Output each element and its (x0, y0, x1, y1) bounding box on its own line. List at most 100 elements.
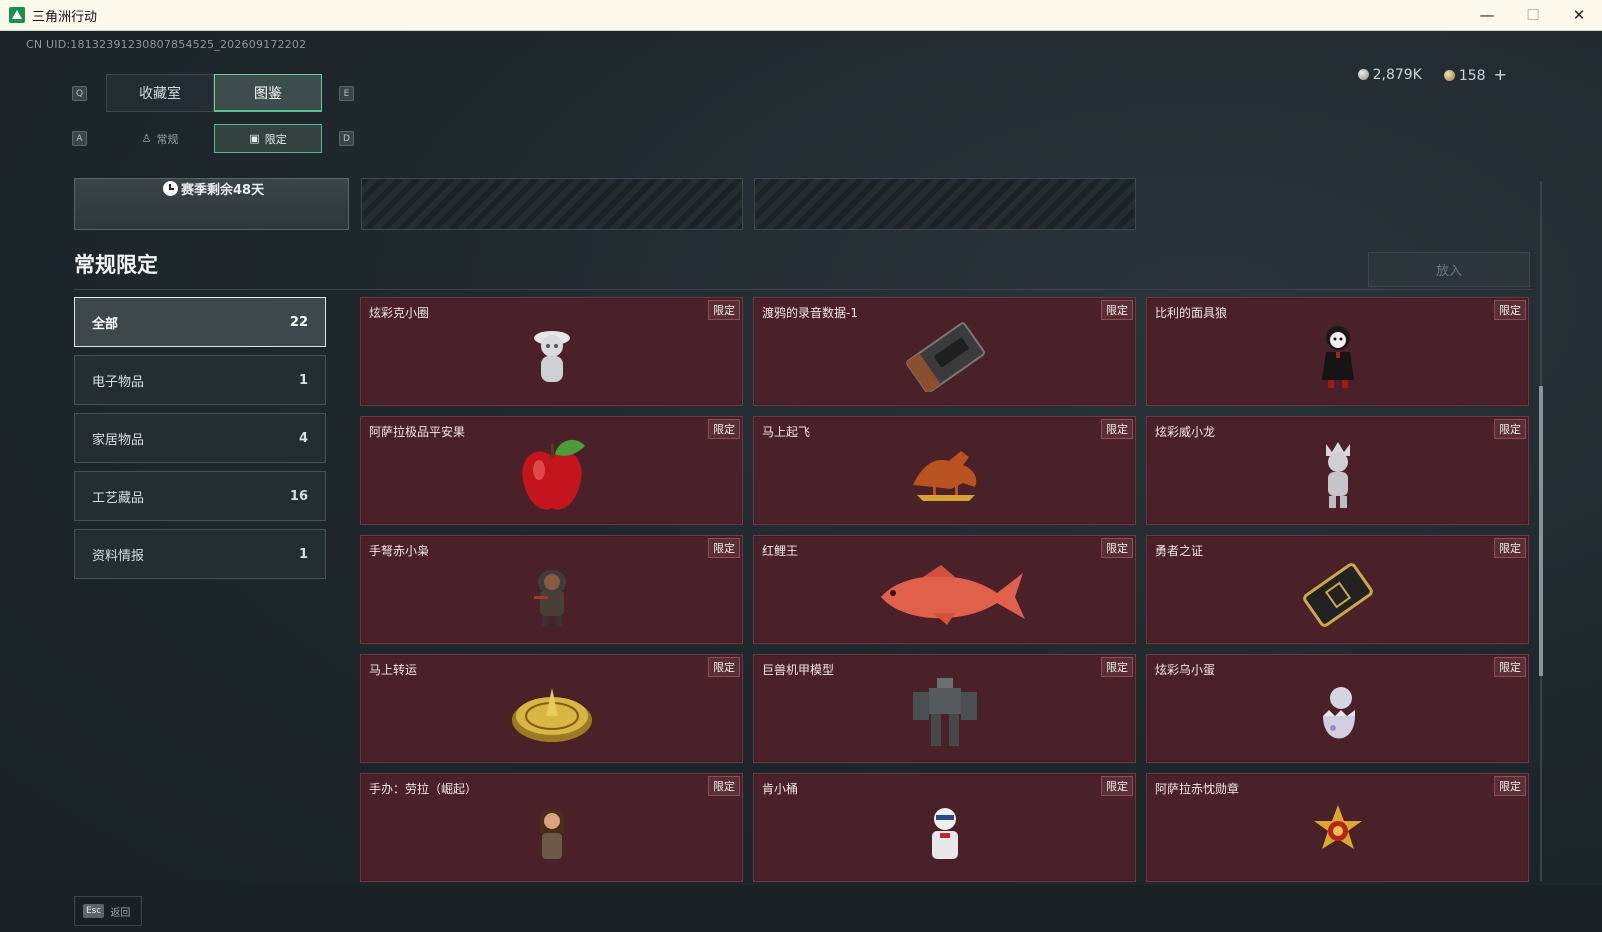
silver-coin-icon (1357, 68, 1369, 80)
item-card[interactable]: 手弩赤小枭 限定 (360, 535, 743, 644)
season-timer: 赛季剩余48天 (163, 179, 264, 198)
back-button[interactable]: Esc 返回 (74, 896, 142, 926)
item-name: 炫彩乌小蛋 (1155, 663, 1216, 677)
hooded-figure-icon (533, 569, 566, 626)
puppet-figure-icon (1321, 325, 1354, 388)
mech-model-icon (912, 677, 977, 746)
item-name: 手办：劳拉（崛起） (369, 782, 478, 796)
locked-banner-slot (361, 178, 743, 230)
grid-scrollbar-thumb[interactable] (1539, 386, 1543, 676)
tab-regular[interactable]: ♙ 常规 (106, 124, 214, 153)
limited-tag: 限定 (1101, 300, 1133, 320)
window-titlebar: 三角洲行动 — ☐ ✕ (0, 0, 1602, 31)
section-title: 常规限定 (74, 253, 158, 277)
season-remaining-text: 赛季剩余48天 (181, 183, 265, 198)
limited-tag: 限定 (708, 300, 740, 320)
limited-tag: 限定 (1494, 657, 1526, 677)
key-hint-q: Q (72, 86, 87, 101)
item-card[interactable]: 渡鸦的录音数据-1 限定 (753, 297, 1136, 406)
minimize-button[interactable]: — (1464, 0, 1510, 30)
item-card[interactable]: 马上起飞 限定 (753, 416, 1136, 525)
item-name: 红鲤王 (762, 544, 799, 558)
main-tabs: 收藏室 图鉴 (106, 74, 322, 112)
limited-tag: 限定 (1101, 776, 1133, 796)
item-card[interactable]: 马上转运 限定 (360, 654, 743, 763)
add-currency-button[interactable]: + (1494, 65, 1507, 84)
item-card[interactable]: 炫彩克小圈 限定 (360, 297, 743, 406)
item-card[interactable]: 炫彩乌小蛋 限定 (1146, 654, 1529, 763)
tab-limited-label: 限定 (264, 132, 287, 146)
medal-icon (1313, 804, 1362, 849)
section-divider (74, 289, 1532, 290)
category-electronics[interactable]: 电子物品 1 (74, 355, 326, 405)
item-card[interactable]: 阿萨拉赤忱勋章 限定 (1146, 773, 1529, 882)
key-hint-e: E (339, 86, 354, 101)
category-count: 16 (289, 488, 308, 504)
gold-currency: 158 + (1443, 65, 1507, 84)
silver-currency: 2,879K (1357, 66, 1422, 83)
category-list: 全部 22 电子物品 1 家居物品 4 工艺藏品 16 资料情报 1 (74, 297, 326, 587)
item-name: 巨兽机甲模型 (762, 663, 835, 677)
item-name: 炫彩威小龙 (1155, 425, 1216, 439)
golden-compass-icon (511, 687, 592, 742)
window-controls: — ☐ ✕ (1464, 0, 1602, 30)
maximize-button[interactable]: ☐ (1510, 0, 1556, 30)
category-label: 家居物品 (92, 432, 145, 448)
silver-amount: 2,879K (1372, 66, 1422, 83)
category-crafts[interactable]: 工艺藏品 16 (74, 471, 326, 521)
gold-amount: 158 (1458, 68, 1486, 84)
limited-tag: 限定 (1494, 538, 1526, 558)
figurine-icon (1325, 441, 1350, 508)
category-household[interactable]: 家居物品 4 (74, 413, 326, 463)
limited-tag: 限定 (708, 419, 740, 439)
item-card[interactable]: 阿萨拉极品平安果 限定 (360, 416, 743, 525)
close-button[interactable]: ✕ (1556, 0, 1602, 30)
item-name: 渡鸦的录音数据-1 (762, 306, 858, 320)
window-title: 三角洲行动 (32, 9, 98, 25)
item-card[interactable]: 手办：劳拉（崛起） 限定 (360, 773, 743, 882)
category-count: 4 (298, 430, 308, 446)
item-card[interactable]: 炫彩威小龙 限定 (1146, 416, 1529, 525)
app-logo-icon (9, 7, 25, 23)
category-count: 1 (298, 546, 308, 562)
tab-collection-room[interactable]: 收藏室 (106, 74, 214, 112)
uid-label: CN UID:181323912308078545​25_20260917220… (26, 38, 307, 51)
category-label: 电子物品 (92, 374, 145, 390)
tab-regular-label: 常规 (156, 132, 179, 146)
limited-tag: 限定 (708, 538, 740, 558)
carp-fish-icon (880, 564, 1025, 625)
season-banner[interactable]: 赛季剩余48天 (74, 178, 349, 230)
tab-limited[interactable]: ▣ 限定 (214, 124, 322, 153)
item-name: 阿萨拉极品平安果 (369, 425, 466, 439)
badge-plate-icon (1302, 562, 1373, 627)
category-label: 全部 (92, 316, 119, 332)
key-hint-a: A (72, 131, 87, 146)
category-intel[interactable]: 资料情报 1 (74, 529, 326, 579)
item-name: 肯小桶 (762, 782, 799, 796)
item-card[interactable]: 肯小桶 限定 (753, 773, 1136, 882)
apple-icon (521, 439, 585, 510)
gold-coin-icon (1443, 70, 1455, 81)
item-card[interactable]: 巨兽机甲模型 限定 (753, 654, 1136, 763)
category-all[interactable]: 全部 22 (74, 297, 326, 347)
horse-statue-icon (912, 450, 976, 501)
item-card[interactable]: 红鲤王 限定 (753, 535, 1136, 644)
item-card[interactable]: 比利的面具狼 限定 (1146, 297, 1529, 406)
limited-tag: 限定 (1494, 419, 1526, 439)
put-in-button[interactable]: 放入 (1368, 252, 1530, 287)
tab-catalog[interactable]: 图鉴 (214, 74, 322, 112)
app-main: CN UID:181323912308078545​25_20260917220… (0, 31, 1602, 932)
footer-bar: Esc 返回 (0, 885, 1602, 932)
category-label: 资料情报 (92, 548, 145, 564)
limited-tag: 限定 (1494, 300, 1526, 320)
figurine-icon (539, 808, 564, 859)
item-name: 炫彩克小圈 (369, 306, 430, 320)
limited-tag: 限定 (1101, 419, 1133, 439)
item-name: 勇者之证 (1155, 544, 1204, 558)
bucket-figure-icon (931, 807, 958, 859)
item-grid-viewport: 炫彩克小圈 限定 渡鸦的录音数据-1 限定 比利的面具狼 限定 阿萨拉极品平安果… (360, 297, 1532, 882)
item-card[interactable]: 勇者之证 限定 (1146, 535, 1529, 644)
limited-tag: 限定 (1101, 538, 1133, 558)
category-count: 22 (289, 314, 308, 330)
item-name: 比利的面具狼 (1155, 306, 1228, 320)
